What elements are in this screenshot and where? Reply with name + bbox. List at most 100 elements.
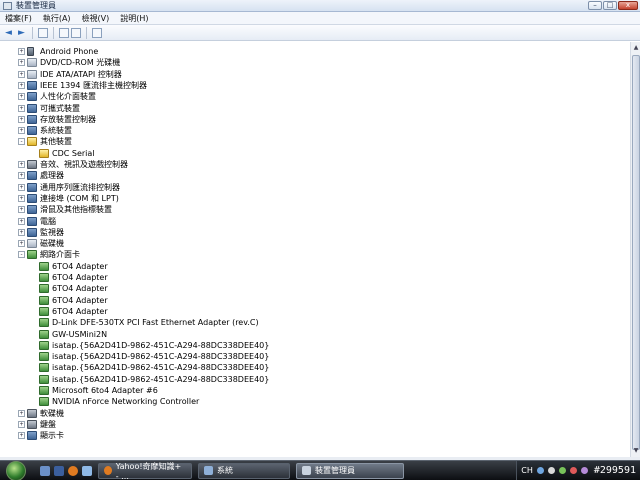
taskbar-item-system[interactable]: 系統 bbox=[198, 462, 290, 479]
sound-icon bbox=[27, 160, 37, 169]
tree-category[interactable]: + 人性化介面裝置 bbox=[18, 91, 96, 102]
tree-label: 網路介面卡 bbox=[40, 250, 80, 260]
monitor-icon bbox=[27, 227, 37, 237]
expand-plus-icon[interactable]: + bbox=[18, 48, 25, 55]
expand-plus-icon[interactable]: + bbox=[18, 81, 25, 89]
scan-hardware-icon[interactable] bbox=[92, 27, 102, 38]
minimize-button[interactable]: – bbox=[588, 1, 602, 10]
collapse-minus-icon[interactable]: - bbox=[18, 251, 25, 259]
network-adapter-icon bbox=[39, 261, 49, 271]
tree-category[interactable]: + 存放裝置控制器 bbox=[18, 114, 96, 125]
menu-help[interactable]: 說明(H) bbox=[120, 13, 148, 24]
expand-plus-icon[interactable]: + bbox=[18, 70, 25, 78]
tree-category[interactable]: + 電腦 bbox=[18, 216, 56, 227]
tree-category[interactable]: - 網路介面卡 bbox=[18, 249, 80, 260]
tree-label: 通用序列匯流排控制器 bbox=[40, 182, 120, 192]
computer-icon bbox=[27, 216, 37, 226]
taskbar-item-device-manager[interactable]: 裝置管理員 bbox=[296, 462, 404, 479]
tree-device[interactable]: isatap.{56A2D41D-9862-451C-A294-88DC338D… bbox=[39, 351, 269, 362]
tree-device[interactable]: Microsoft 6to4 Adapter #6 bbox=[39, 385, 158, 396]
scroll-up-icon[interactable]: ▲ bbox=[632, 43, 640, 52]
expand-plus-icon[interactable]: + bbox=[18, 228, 25, 236]
tree-category[interactable]: + 連接埠 (COM 和 LPT) bbox=[18, 193, 119, 204]
expand-plus-icon[interactable]: + bbox=[18, 217, 25, 225]
tree-device[interactable]: GW-USMini2N bbox=[39, 329, 107, 340]
properties-icon[interactable] bbox=[71, 27, 81, 38]
tree-label: 其他裝置 bbox=[40, 137, 72, 147]
back-arrow-icon[interactable]: ◄ bbox=[3, 27, 14, 38]
tree-category[interactable]: + 音效、視訊及遊戲控制器 bbox=[18, 159, 128, 170]
tree-device[interactable]: 6TO4 Adapter bbox=[39, 261, 108, 272]
network-adapter-icon bbox=[39, 318, 49, 328]
collapse-minus-icon[interactable]: - bbox=[18, 138, 25, 146]
ie-icon[interactable] bbox=[54, 465, 64, 476]
tree-category[interactable]: + 鍵盤 bbox=[18, 419, 56, 430]
tree-label: 6TO4 Adapter bbox=[52, 273, 108, 282]
expand-plus-icon[interactable]: + bbox=[18, 161, 25, 168]
expand-plus-icon[interactable]: + bbox=[18, 409, 25, 417]
tray-app-icon[interactable] bbox=[580, 467, 588, 474]
start-button-icon[interactable] bbox=[6, 460, 26, 480]
explorer-icon[interactable] bbox=[82, 465, 92, 476]
expand-plus-icon[interactable]: + bbox=[18, 183, 25, 191]
expand-plus-icon[interactable]: + bbox=[18, 420, 25, 428]
close-button[interactable]: x bbox=[618, 1, 638, 10]
scroll-down-icon[interactable]: ▼ bbox=[632, 446, 640, 455]
tree-device[interactable]: D-Link DFE-530TX PCI Fast Ethernet Adapt… bbox=[39, 317, 259, 328]
tree-category[interactable]: + 處理器 bbox=[18, 170, 64, 181]
tray-app-icon[interactable] bbox=[558, 467, 566, 474]
vertical-scrollbar[interactable]: ▲ ▼ bbox=[630, 42, 640, 457]
expand-plus-icon[interactable]: + bbox=[18, 432, 25, 440]
expand-plus-icon[interactable]: + bbox=[18, 194, 25, 202]
tree-device[interactable]: 6TO4 Adapter bbox=[39, 272, 108, 283]
tree-category[interactable]: + 顯示卡 bbox=[18, 430, 64, 441]
tree-category[interactable]: + 滑鼠及其他指標裝置 bbox=[18, 204, 112, 215]
tree-label: 處理器 bbox=[40, 171, 64, 181]
tree-category[interactable]: - 其他裝置 bbox=[18, 136, 72, 147]
menu-file[interactable]: 檔案(F) bbox=[5, 13, 32, 24]
tree-device[interactable]: isatap.{56A2D41D-9862-451C-A294-88DC338D… bbox=[39, 374, 269, 385]
tree-device[interactable]: 6TO4 Adapter bbox=[39, 295, 108, 306]
tree-category[interactable]: + 可攜式裝置 bbox=[18, 103, 80, 114]
tree-category[interactable]: + Android Phone bbox=[18, 46, 98, 57]
volume-icon[interactable] bbox=[547, 467, 555, 474]
taskbar-item-browser[interactable]: Yahoo!奇摩知識+ - ... bbox=[98, 462, 192, 480]
network-adapter-icon bbox=[39, 374, 49, 384]
tree-category[interactable]: + IEEE 1394 匯流排主機控制器 bbox=[18, 80, 147, 91]
expand-plus-icon[interactable]: + bbox=[18, 240, 25, 248]
tree-category[interactable]: + 軟碟機 bbox=[18, 408, 64, 419]
tree-category[interactable]: + IDE ATA/ATAPI 控制器 bbox=[18, 69, 122, 80]
network-icon[interactable] bbox=[536, 467, 544, 474]
tree-category[interactable]: + 磁碟機 bbox=[18, 238, 64, 249]
menu-action[interactable]: 執行(A) bbox=[43, 13, 71, 24]
tree-label: 6TO4 Adapter bbox=[52, 284, 108, 294]
tree-device[interactable]: 6TO4 Adapter bbox=[39, 283, 108, 294]
tree-device[interactable]: NVIDIA nForce Networking Controller bbox=[39, 396, 199, 407]
expand-plus-icon[interactable]: + bbox=[18, 172, 25, 180]
language-indicator[interactable]: CH bbox=[521, 466, 533, 475]
forward-arrow-icon[interactable]: ► bbox=[16, 27, 27, 38]
expand-plus-icon[interactable]: + bbox=[18, 59, 25, 67]
tree-label: isatap.{56A2D41D-9862-451C-A294-88DC338D… bbox=[52, 352, 270, 362]
tree-category[interactable]: + 通用序列匯流排控制器 bbox=[18, 182, 120, 193]
show-desktop-icon[interactable] bbox=[40, 465, 50, 476]
tree-device[interactable]: isatap.{56A2D41D-9862-451C-A294-88DC338D… bbox=[39, 340, 269, 351]
tree-category[interactable]: + DVD/CD-ROM 光碟機 bbox=[18, 57, 120, 68]
tree-category[interactable]: + 系統裝置 bbox=[18, 125, 72, 136]
show-hide-tree-icon[interactable] bbox=[38, 27, 48, 38]
tree-device[interactable]: isatap.{56A2D41D-9862-451C-A294-88DC338D… bbox=[39, 362, 269, 373]
tray-app-icon[interactable] bbox=[569, 467, 577, 474]
expand-plus-icon[interactable]: + bbox=[18, 104, 25, 112]
tree-category[interactable]: + 監視器 bbox=[18, 227, 64, 238]
firefox-icon[interactable] bbox=[68, 465, 78, 476]
scroll-thumb[interactable] bbox=[632, 55, 640, 450]
expand-plus-icon[interactable]: + bbox=[18, 127, 25, 135]
expand-plus-icon[interactable]: + bbox=[18, 206, 25, 214]
maximize-button[interactable]: □ bbox=[603, 1, 617, 10]
expand-plus-icon[interactable]: + bbox=[18, 93, 25, 101]
tree-device[interactable]: 6TO4 Adapter bbox=[39, 306, 108, 317]
help-icon[interactable] bbox=[59, 27, 69, 38]
menu-view[interactable]: 檢視(V) bbox=[82, 13, 110, 24]
tree-device[interactable]: CDC Serial bbox=[39, 148, 95, 159]
expand-plus-icon[interactable]: + bbox=[18, 115, 25, 123]
